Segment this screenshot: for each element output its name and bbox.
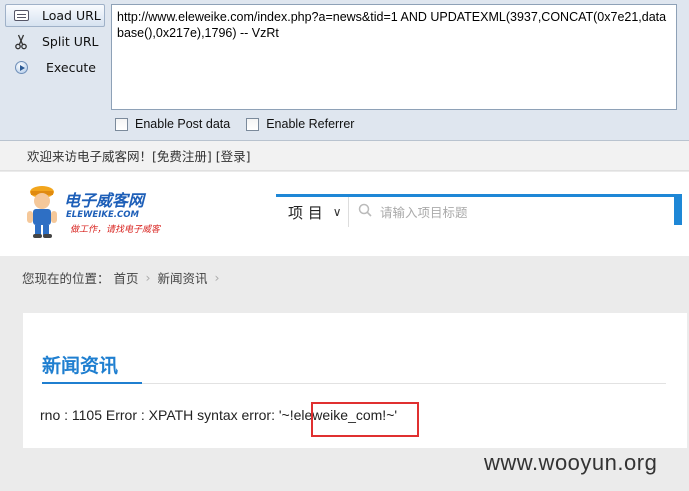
login-link[interactable]: [登录] — [216, 146, 251, 165]
web-page: 欢迎来访电子威客网！ [免费注册] [登录] 电子威客网 ELEWEIKE.CO… — [0, 141, 689, 491]
breadcrumb-prefix: 您现在的位置： — [22, 271, 110, 286]
top-bar: 欢迎来访电子威客网！ [免费注册] [登录] — [0, 141, 689, 171]
hackbar-panel: Load URL Split URL Execute http://www.el… — [0, 0, 689, 141]
register-link[interactable]: [免费注册] — [152, 146, 212, 165]
execute-button[interactable]: Execute — [5, 56, 105, 79]
split-url-button[interactable]: Split URL — [5, 30, 105, 53]
search-button[interactable] — [674, 197, 682, 225]
hackbar-actions: Load URL Split URL Execute — [5, 4, 105, 82]
enable-referrer-label: Enable Referrer — [266, 117, 355, 131]
chevron-right-icon: › — [145, 270, 151, 285]
play-icon — [10, 60, 32, 76]
logo-mascot-icon: 电子威客网 ELEWEIKE.COM 做工作，请找电子威客 — [27, 186, 161, 238]
logo-slogan: 做工作，请找电子威客 — [70, 224, 161, 235]
load-url-button[interactable]: Load URL — [5, 4, 105, 27]
scissors-icon — [10, 34, 32, 50]
category-value: 项 目 — [288, 203, 323, 222]
load-url-icon — [10, 8, 32, 24]
category-select[interactable]: 项 目 ∨ — [276, 197, 349, 227]
breadcrumb-home-link[interactable]: 首页 — [114, 268, 139, 287]
url-textarea[interactable]: http://www.eleweike.com/index.php?a=news… — [111, 4, 677, 110]
site-logo[interactable]: 电子威客网 ELEWEIKE.COM 做工作，请找电子威客 — [26, 184, 186, 246]
logo-en-text: ELEWEIKE.COM — [66, 210, 139, 220]
section-title: 新闻资讯 — [42, 355, 119, 377]
breadcrumb: 您现在的位置： 首页 › 新闻资讯 › — [22, 268, 223, 287]
enable-post-data-label: Enable Post data — [135, 117, 231, 131]
breadcrumb-news-link[interactable]: 新闻资讯 — [158, 268, 208, 287]
checkbox-box[interactable] — [246, 117, 260, 131]
logo-cn-text: 电子威客网 — [64, 191, 147, 210]
search-input[interactable] — [380, 197, 670, 227]
enable-referrer-checkbox[interactable]: Enable Referrer — [246, 117, 354, 131]
watermark: www.wooyun.org — [484, 450, 658, 475]
chevron-right-icon: › — [214, 270, 220, 285]
highlight-box — [311, 402, 419, 437]
search-icon[interactable] — [358, 203, 372, 217]
load-url-label: Load URL — [42, 8, 101, 23]
hackbar-options: Enable Post data Enable Referrer — [115, 117, 354, 131]
execute-label: Execute — [46, 60, 96, 75]
search-bar: 项 目 ∨ — [276, 194, 682, 230]
title-underline — [42, 382, 142, 384]
split-url-label: Split URL — [42, 34, 99, 49]
enable-post-data-checkbox[interactable]: Enable Post data — [115, 117, 230, 131]
site-header: 电子威客网 ELEWEIKE.COM 做工作，请找电子威客 项 目 ∨ — [0, 172, 689, 256]
chevron-down-icon: ∨ — [332, 205, 342, 219]
checkbox-box[interactable] — [115, 117, 128, 131]
welcome-text: 欢迎来访电子威客网！ — [27, 149, 153, 164]
